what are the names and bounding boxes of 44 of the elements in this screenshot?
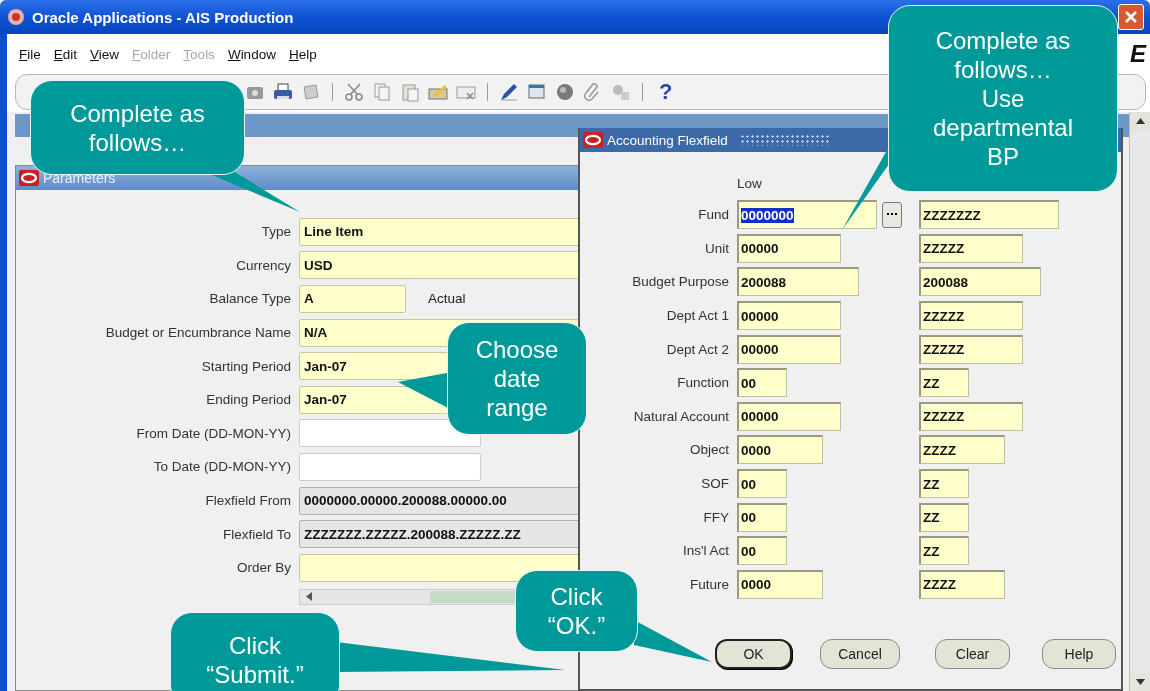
field-description: Actual	[428, 291, 466, 307]
field-value: 200088	[741, 275, 787, 290]
callout-tooltip: Click “OK.”	[515, 570, 638, 652]
dialog-title: Accounting Flexfield	[607, 132, 728, 148]
field-label: Unit	[704, 240, 729, 256]
field-label: Natural Account	[632, 408, 729, 424]
field-label: Dept Act 1	[665, 308, 729, 324]
field-label: Ins'l Act	[681, 543, 729, 559]
field-label: Flexfield To	[221, 526, 291, 542]
field-label: Function	[676, 375, 729, 391]
callout-tooltip: Click “Submit.”	[170, 612, 340, 691]
field-label: Dept Act 2	[665, 341, 729, 357]
field-label: Fund	[697, 207, 729, 223]
field-label: Type	[260, 224, 291, 240]
field-label: From Date (DD-MON-YY)	[135, 425, 291, 441]
callout-tooltip: Choose date range	[447, 322, 587, 435]
field-label: To Date (DD-MON-YY)	[152, 459, 291, 475]
field-label: Starting Period	[200, 358, 291, 374]
callout-tooltip: Complete as follows… Use departmental BP	[888, 5, 1118, 192]
field-value: 00000	[741, 409, 779, 425]
field-value: 00000	[741, 342, 779, 358]
field-label: SOF	[700, 476, 729, 492]
field-label: Balance Type	[208, 291, 291, 307]
field-value: 00	[741, 375, 757, 391]
field-label: Object	[688, 442, 729, 458]
field-label: FFY	[702, 509, 729, 525]
field-label: Budget Purpose	[631, 274, 729, 290]
brand-logo: E	[1130, 40, 1146, 68]
field-value: 0000	[741, 442, 772, 458]
field-value: 00000	[741, 308, 779, 324]
field-label: Ending Period	[205, 392, 291, 408]
field-value: 00	[741, 476, 757, 492]
field-label: Currency	[235, 257, 291, 273]
field-value: 00	[741, 543, 757, 559]
field-value: 0000	[741, 577, 772, 593]
column-label: Low	[737, 176, 762, 191]
window-title: Oracle Applications - AIS Production	[32, 8, 295, 26]
field-label: Future	[688, 576, 729, 592]
field-label: Flexfield From	[204, 493, 291, 509]
field-label: Order By	[236, 560, 291, 576]
field-value: 0000000	[741, 207, 794, 223]
field-value: 00	[741, 510, 757, 526]
field-value: 00000	[741, 241, 779, 257]
field-label: Budget or Encumbrance Name	[104, 325, 291, 341]
